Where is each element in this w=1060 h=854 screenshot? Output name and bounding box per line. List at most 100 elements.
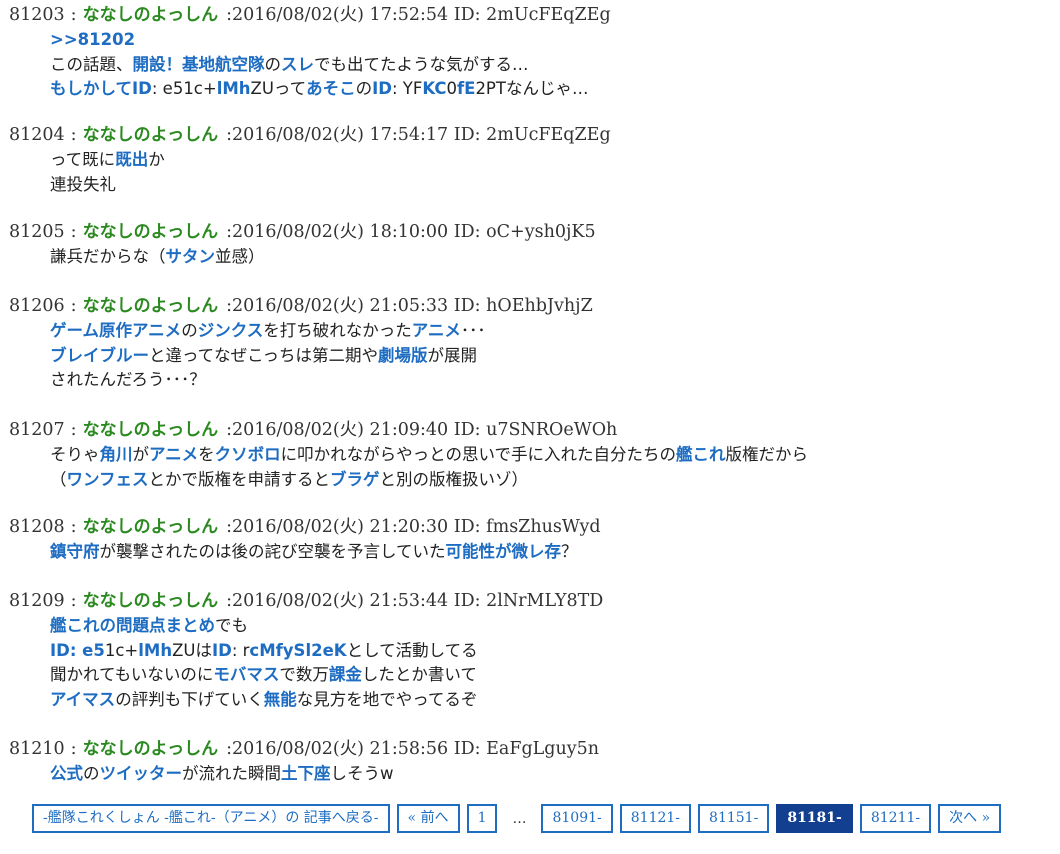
post-date-id: :2016/08/02(火) 21:09:40 ID: u7SNROeWOh [226, 420, 618, 440]
keyword-link[interactable]: もしかして [50, 79, 132, 98]
keyword-link[interactable]: ゲーム [50, 321, 99, 340]
page-81181-button-current[interactable]: 81181- [776, 804, 853, 833]
post-number[interactable]: 81208 [9, 517, 65, 537]
post-text: されたんだろう･･･？ [50, 370, 206, 389]
post-text: この話題、 [50, 54, 133, 74]
keyword-link[interactable]: cMfySl2eK [249, 641, 346, 660]
keyword-link[interactable]: 鎮守府 [50, 542, 100, 561]
poster-name: ななしのよっしん [82, 222, 219, 242]
keyword-link[interactable]: lMh [138, 641, 172, 660]
post-number[interactable]: 81209 [9, 591, 65, 611]
post-body: そりゃ角川がアニメをクソボロに叩かれながらやっとの思いで手に入れた自分たちの艦こ… [9, 443, 1049, 492]
post-line: （ワンフェスとかで版権を申請するとブラゲと別の版権扱いゾ） [50, 468, 1049, 493]
keyword-link[interactable]: 角川 [100, 445, 133, 464]
post-number[interactable]: 81206 [9, 296, 65, 316]
post-text: ZUって [250, 79, 307, 98]
keyword-link[interactable]: 課金 [329, 665, 362, 684]
pagination: -艦隊これくしょん -艦これ-（アニメ）の 記事へ戻る- « 前へ 1 … 81… [32, 804, 1002, 833]
post-text: ？ [561, 542, 578, 561]
post-body: >>81202 この話題、開設！基地航空隊のスレでも出てたような気がする… もしかし… [9, 28, 1049, 102]
post-81206: 81206: ななしのよっしん:2016/08/02(火) 21:05:33 ID… [9, 293, 1049, 393]
keyword-link[interactable]: ID [50, 641, 70, 660]
post-text: : YF [391, 79, 423, 98]
back-to-article-button[interactable]: -艦隊これくしょん -艦これ-（アニメ）の 記事へ戻る- [32, 804, 390, 833]
keyword-link[interactable]: ID [132, 79, 152, 98]
keyword-link[interactable]: 既出 [115, 150, 148, 169]
post-line: 公式のツイッターが流れた瞬間土下座しそうw [50, 762, 1049, 787]
keyword-link[interactable]: : e5 [70, 641, 105, 660]
post-body: って既に既出か 連投失礼 [9, 148, 1049, 197]
page-81151-button[interactable]: 81151- [698, 804, 770, 833]
keyword-link[interactable]: アニメ [412, 321, 461, 340]
keyword-link[interactable]: ジンクス [198, 321, 264, 340]
post-81203: 81203: ななしのよっしん:2016/08/02(火) 17:52:54 ID… [9, 2, 1049, 102]
keyword-link[interactable]: 無能 [264, 690, 297, 709]
keyword-link[interactable]: >>81202 [50, 30, 135, 49]
page-1-button[interactable]: 1 [466, 804, 498, 833]
keyword-link[interactable]: ID [212, 641, 232, 660]
page-81091-button[interactable]: 81091- [541, 804, 613, 833]
keyword-link[interactable]: ブラゲ [330, 470, 380, 489]
keyword-link[interactable]: lMh [217, 79, 251, 98]
post-header: 81209: ななしのよっしん:2016/08/02(火) 21:53:44 ID… [9, 588, 1049, 614]
post-number[interactable]: 81210 [9, 739, 65, 759]
post-text: でも [215, 616, 248, 635]
keyword-link[interactable]: ツイッター [100, 764, 183, 783]
page-81211-button[interactable]: 81211- [859, 804, 932, 833]
keyword-link[interactable]: 可能性が微レ存 [446, 542, 562, 561]
post-line: 聞かれてもいないのにモバマスで数万課金したとか書いて [50, 663, 1049, 688]
post-header: 81210: ななしのよっしん:2016/08/02(火) 21:58:56 ID… [9, 736, 1049, 762]
keyword-link[interactable]: あそこ [306, 79, 356, 98]
keyword-link[interactable]: サタン [166, 247, 216, 266]
keyword-link[interactable]: ワンフェス [67, 470, 149, 489]
keyword-link[interactable]: 劇場版 [378, 346, 428, 365]
post-number[interactable]: 81207 [9, 420, 65, 440]
keyword-link[interactable]: アニメ [132, 321, 181, 340]
post-line: アイマスの評判も下げていく無能な見方を地でやってるぞ [50, 688, 1049, 713]
page-81121-button[interactable]: 81121- [619, 804, 692, 833]
post-text: の [264, 54, 282, 74]
post-text: の評判も下げていく [115, 689, 264, 709]
post-text: 謙兵だからな（ [50, 247, 166, 266]
header-separator: : [70, 125, 77, 145]
post-text: 聞かれてもいないのに [50, 665, 214, 684]
post-text: しそうw [330, 764, 394, 783]
keyword-link[interactable]: 公式 [50, 764, 83, 783]
post-text: したとか書いて [361, 665, 477, 684]
post-text: に叩かれながらやっとの思いで手に入れた自分たちの [280, 445, 677, 464]
keyword-link[interactable]: 原作 [99, 321, 132, 340]
post-date-id: :2016/08/02(火) 21:58:56 ID: EaFgLguy5n [226, 739, 600, 759]
post-header: 81206: ななしのよっしん:2016/08/02(火) 21:05:33 ID… [9, 293, 1049, 319]
post-header: 81205: ななしのよっしん:2016/08/02(火) 18:10:00 ID… [9, 219, 1049, 245]
post-text: 1c+ [183, 79, 217, 98]
keyword-link[interactable]: アニメ [149, 445, 198, 464]
keyword-link[interactable]: クソボロ [215, 445, 281, 464]
keyword-link[interactable]: KC [422, 79, 446, 98]
next-page-button[interactable]: 次へ » [938, 804, 1002, 833]
post-81207: 81207: ななしのよっしん:2016/08/02(火) 21:09:40 ID… [9, 417, 1049, 492]
post-text: ･･･ [460, 321, 486, 340]
post-header: 81207: ななしのよっしん:2016/08/02(火) 21:09:40 ID… [9, 417, 1049, 443]
keyword-link[interactable]: fE [457, 79, 475, 98]
post-text: 1c+ [104, 640, 139, 660]
post-text: が [132, 445, 150, 464]
post-number[interactable]: 81203 [9, 5, 65, 25]
poster-name: ななしのよっしん [82, 739, 219, 759]
post-text: （ [50, 469, 67, 489]
post-number[interactable]: 81205 [9, 222, 65, 242]
keyword-link[interactable]: ID [372, 79, 392, 98]
post-date-id: :2016/08/02(火) 17:52:54 ID: 2mUcFEqZEg [226, 5, 611, 25]
keyword-link[interactable]: 艦これ [676, 445, 726, 464]
keyword-link[interactable]: スレ [281, 55, 314, 74]
post-number[interactable]: 81204 [9, 125, 65, 145]
prev-page-button[interactable]: « 前へ [396, 804, 460, 833]
keyword-link[interactable]: アイマス [50, 690, 115, 709]
post-text: が展開 [427, 345, 478, 365]
post-header: 81203: ななしのよっしん:2016/08/02(火) 17:52:54 ID… [9, 2, 1049, 28]
keyword-link[interactable]: ブレイブルー [50, 346, 149, 365]
keyword-link[interactable]: 艦これの問題点まとめ [50, 616, 215, 635]
keyword-link[interactable]: モバマス [213, 665, 279, 684]
post-text: か [148, 150, 165, 169]
keyword-link[interactable]: 開設！基地航空隊 [133, 55, 265, 74]
keyword-link[interactable]: 土下座 [281, 764, 331, 783]
